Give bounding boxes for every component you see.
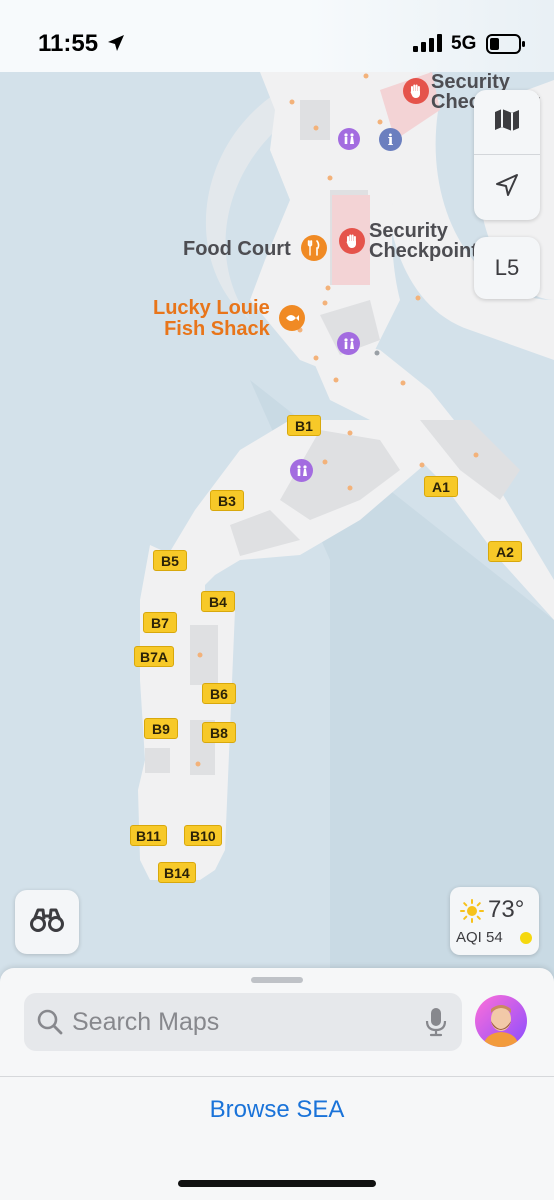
gate-b7a[interactable]: B7A xyxy=(134,646,175,667)
restroom-icon[interactable] xyxy=(338,128,360,150)
gate-a2[interactable]: A2 xyxy=(488,541,522,562)
home-indicator[interactable] xyxy=(178,1180,376,1187)
air-quality-index: AQI 54 xyxy=(456,929,503,946)
restroom-icon[interactable] xyxy=(337,332,360,355)
restroom-icon[interactable] xyxy=(290,459,313,482)
food-court-label[interactable]: Food Court xyxy=(183,238,291,260)
security-hand-icon[interactable] xyxy=(403,78,429,104)
location-arrow-icon xyxy=(494,172,520,203)
gate-b4[interactable]: B4 xyxy=(201,591,235,612)
lucky-louie-label[interactable]: Lucky Louie Fish Shack xyxy=(153,298,270,340)
map-mode-button[interactable] xyxy=(474,90,540,154)
sheet-divider xyxy=(0,1076,554,1077)
sun-icon xyxy=(460,899,484,928)
gate-b9[interactable]: B9 xyxy=(144,718,178,739)
search-icon xyxy=(36,1008,64,1041)
gate-b8[interactable]: B8 xyxy=(202,722,236,743)
bottom-sheet[interactable]: Browse SEA xyxy=(0,968,554,1200)
security-hand-icon[interactable] xyxy=(339,228,365,254)
look-around-button[interactable] xyxy=(15,890,79,954)
temperature: 73° xyxy=(488,896,525,923)
gate-b11[interactable]: B11 xyxy=(130,825,167,846)
map-icon xyxy=(493,106,521,139)
browse-airport-link[interactable]: Browse SEA xyxy=(0,1096,554,1124)
gate-b7[interactable]: B7 xyxy=(143,612,177,633)
status-bar: 11:55 5G xyxy=(0,0,554,72)
gate-b10[interactable]: B10 xyxy=(184,825,222,846)
level-label: L5 xyxy=(494,255,520,280)
map-controls xyxy=(474,90,540,220)
weather-widget[interactable]: 73° AQI 54 xyxy=(450,887,539,955)
location-services-icon xyxy=(106,33,126,58)
info-icon[interactable]: i xyxy=(379,128,402,151)
security-checkpoint-label[interactable]: Security Checkpoint xyxy=(369,221,478,261)
gate-b3[interactable]: B3 xyxy=(210,490,244,511)
current-location-button[interactable] xyxy=(474,155,540,219)
fish-icon[interactable] xyxy=(279,305,305,331)
status-time: 11:55 xyxy=(38,30,99,57)
network-type: 5G xyxy=(451,33,477,54)
search-input[interactable] xyxy=(72,993,412,1051)
avatar[interactable] xyxy=(475,995,527,1047)
gate-b14[interactable]: B14 xyxy=(158,862,196,883)
level-selector-button[interactable]: L5 xyxy=(474,237,540,299)
search-bar[interactable] xyxy=(24,993,462,1051)
aqi-indicator-dot xyxy=(520,932,532,944)
gate-b6[interactable]: B6 xyxy=(202,683,236,704)
cellular-signal-icon xyxy=(413,34,443,57)
binoculars-icon xyxy=(30,907,64,938)
gate-a1[interactable]: A1 xyxy=(424,476,458,497)
fork-knife-icon[interactable] xyxy=(301,235,327,261)
gate-b1[interactable]: B1 xyxy=(287,415,321,436)
sheet-grabber[interactable] xyxy=(251,977,303,983)
gate-b5[interactable]: B5 xyxy=(153,550,187,571)
battery-icon xyxy=(486,34,526,59)
microphone-icon[interactable] xyxy=(425,1007,447,1042)
